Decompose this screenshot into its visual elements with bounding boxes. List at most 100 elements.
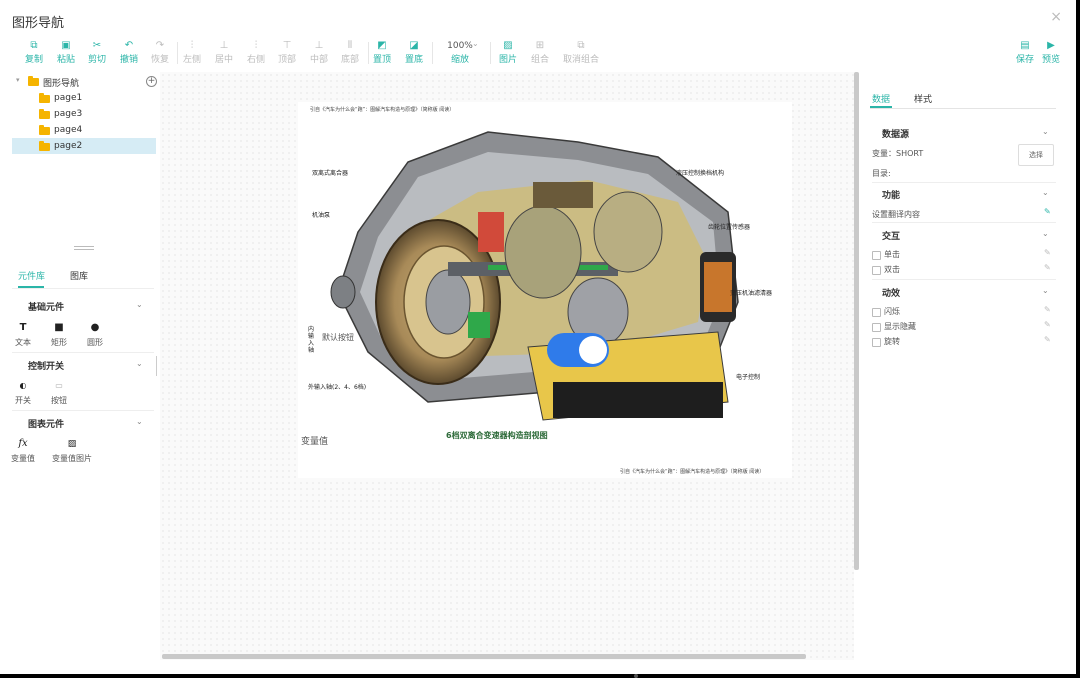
bring-to-front-button[interactable]: ◩ 置顶 [366,40,398,66]
text-icon: T [19,322,27,333]
add-page-icon[interactable]: + [146,76,157,87]
folder-icon [39,141,50,151]
label-electronic-control: 电子控制 [736,374,761,381]
checkbox-click[interactable] [872,251,881,260]
image-button[interactable]: ▨ 图片 [492,40,524,66]
tab-gallery[interactable]: 图库 [70,269,88,282]
component-variable-image[interactable]: ▨ 变量值图片 [52,438,92,464]
align-middle-button[interactable]: ⊥ 中部 [303,40,335,66]
group-button[interactable]: ⊞ 组合 [524,40,556,66]
component-text[interactable]: T 文本 [8,322,38,348]
chevron-down-icon[interactable]: ⌄ [136,417,143,426]
select-variable-button[interactable]: 选择 [1018,144,1054,166]
ungroup-button[interactable]: ⧉ 取消组合 [559,40,603,66]
checkbox-double-click[interactable] [872,266,881,275]
edit-pencil-icon[interactable]: ✎ [1044,207,1051,216]
label-gear-sensor: 齿轮位置传感器 [708,224,751,231]
copy-icon: ⧉ [30,40,38,51]
tree-item-page3[interactable]: page3 [12,106,156,122]
edit-pencil-icon[interactable]: ✎ [1044,305,1051,314]
send-to-back-button[interactable]: ◪ 置底 [398,40,430,66]
edit-pencil-icon[interactable]: ✎ [1044,335,1051,344]
copy-button[interactable]: ⧉ 复制 [18,40,50,66]
window-title: 图形导航 [12,16,65,31]
component-button[interactable]: ▭ 按钮 [44,380,74,406]
section-interaction-title[interactable]: 交互 [882,229,900,242]
cut-button[interactable]: ✂ 剪切 [81,40,113,66]
switch-icon: ◐ [19,381,27,390]
left-panel: ▾ 图形导航 + page1 page3 page4 page2 元件库 图库 [0,72,160,674]
edit-pencil-icon[interactable]: ✎ [1044,320,1051,329]
default-button[interactable]: 默认按钮 [322,332,354,343]
chevron-down-icon[interactable]: ⌄ [1042,188,1049,197]
undo-button[interactable]: ↶ 撤销 [113,40,145,66]
checkbox-blink[interactable] [872,308,881,317]
transmission-image[interactable]: 引自《汽车为什么会“跑”：图解汽车构造与原理》（简称版 阅读） 双离式离合器 机… [298,102,792,478]
tree-item-page4[interactable]: page4 [12,122,156,138]
chevron-down-icon[interactable]: ⌄ [136,300,143,309]
folder-icon [39,125,50,135]
image-title: 6档双离合变速器构造剖视图 [446,431,548,440]
align-center-button[interactable]: ⊥ 居中 [208,40,240,66]
align-top-button[interactable]: ⊤ 顶部 [271,40,303,66]
variable-value-text[interactable]: 变量值 [301,434,328,447]
panel-resize-handle[interactable] [74,249,94,250]
edit-pencil-icon[interactable]: ✎ [1044,248,1051,257]
component-switch[interactable]: ◐ 开关 [8,380,38,406]
align-right-button[interactable]: ⫶ 右侧 [240,40,272,66]
bring-front-icon: ◩ [377,40,387,51]
align-bottom-button[interactable]: ⫴ 底部 [334,40,366,66]
chevron-down-icon[interactable]: ⌄ [1042,286,1049,295]
chevron-down-icon[interactable]: ⌄ [136,359,143,368]
tree-root[interactable]: ▾ 图形导航 [16,75,158,89]
section-animation-title[interactable]: 动效 [882,286,900,299]
align-middle-icon: ⊥ [314,40,324,51]
align-right-icon: ⫶ [254,40,258,51]
paste-button[interactable]: ▣ 粘贴 [50,40,82,66]
component-circle[interactable]: ● 圆形 [80,322,110,348]
horizontal-scrollbar[interactable] [162,654,806,659]
interaction-double-click-label: 双击 [884,265,900,274]
checkbox-show-hide[interactable] [872,323,881,332]
camera-dot [634,674,638,678]
caret-down-icon[interactable]: ▾ [16,76,20,84]
function-item[interactable]: 设置翻译内容 [872,209,920,220]
redo-button[interactable]: ↷ 恢复 [144,40,176,66]
tab-style[interactable]: 样式 [914,92,932,105]
interaction-click-label: 单击 [884,250,900,259]
chevron-down-icon[interactable]: ⌄ [472,39,479,48]
app-window: 图形导航 × ⧉ 复制 ▣ 粘贴 ✂ 剪切 ↶ 撤销 ↷ 恢复 ⫶ 左侧 ⊥ 居中 ⫶ 右侧 ⊤… [0,0,1076,674]
tab-component-library[interactable]: 元件库 [18,269,45,282]
edit-pencil-icon[interactable]: ✎ [1044,263,1051,272]
directory-label: 目录: [872,169,891,178]
vertical-scrollbar[interactable] [854,72,859,570]
chevron-down-icon[interactable]: ⌄ [1042,229,1049,238]
animation-rotate-label: 旋转 [884,337,900,346]
section-chart-title[interactable]: 图表元件 [28,417,64,430]
checkbox-rotate[interactable] [872,338,881,347]
animation-blink-label: 闪烁 [884,307,900,316]
close-icon[interactable]: × [1050,9,1062,25]
function-icon: fx [18,438,28,449]
component-variable-value[interactable]: fx 变量值 [8,438,38,464]
align-left-button[interactable]: ⫶ 左侧 [176,40,208,66]
section-divider [12,352,154,353]
section-basic-title[interactable]: 基础元件 [28,300,64,313]
toggle-knob[interactable] [579,336,607,364]
section-datasource-title[interactable]: 数据源 [882,127,909,140]
zoom-label: 缩放 [450,55,469,65]
preview-button[interactable]: ▶ 预览 [1035,40,1067,66]
caption-top: 引自《汽车为什么会“跑”：图解汽车构造与原理》（简称版 阅读） [310,107,455,113]
tree-item-page1[interactable]: page1 [12,90,156,106]
button-icon: ▭ [55,381,63,390]
paste-icon: ▣ [61,40,71,51]
section-divider [872,222,1056,223]
tab-divider [870,108,1056,109]
component-rectangle[interactable]: ■ 矩形 [44,322,74,348]
tree-item-page2[interactable]: page2 [12,138,156,154]
section-function-title[interactable]: 功能 [882,188,900,201]
tab-data[interactable]: 数据 [872,92,890,105]
section-switch-title[interactable]: 控制开关 [28,359,64,372]
chevron-down-icon[interactable]: ⌄ [1042,127,1049,136]
panel-resize-handle[interactable] [74,246,94,247]
